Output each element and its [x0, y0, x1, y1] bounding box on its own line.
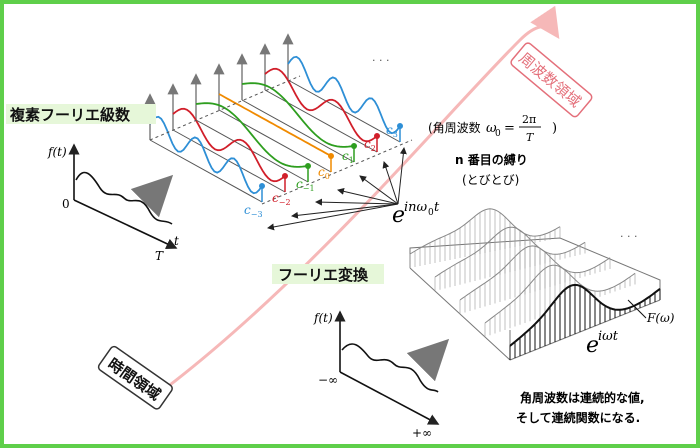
- panel-baseline: [172, 129, 286, 193]
- panel-wave: [218, 93, 332, 157]
- F-omega-label: F(ω): [646, 311, 675, 325]
- exponential-rays: [267, 147, 407, 231]
- panel-stem-dot: [328, 153, 334, 159]
- diagram-canvas: · · · 複素フーリエ級数 フーリエ変換 f(t) 0 t T c−3 c−2 c…: [0, 0, 700, 448]
- t-label: t: [174, 234, 179, 248]
- panel-stem-dot: [397, 123, 403, 129]
- ft-label-series: f(t): [47, 145, 67, 159]
- arrow-to-series: [130, 174, 174, 218]
- exp-series-pow: inω: [404, 200, 428, 215]
- series-title: 複素フーリエ級数: [9, 106, 131, 124]
- note-nth-2: (とびとび): [462, 173, 519, 187]
- time-domain-label: 時間領域: [97, 345, 173, 410]
- ray: [397, 147, 407, 205]
- panel-wave: [264, 67, 378, 143]
- panel-wave: [287, 55, 401, 135]
- conclusion-line-1: 角周波数は連続的な値,: [520, 390, 645, 405]
- T-label: T: [155, 249, 164, 263]
- front-dashed-line: [261, 139, 413, 205]
- coef-label: c−3: [244, 203, 263, 219]
- diagram-svg: · · · 複素フーリエ級数 フーリエ変換 f(t) 0 t T c−3 c−2 c…: [0, 0, 700, 448]
- minus-inf: −∞: [318, 373, 338, 387]
- transform-title: フーリエ変換: [278, 266, 369, 284]
- panel-stem-dot: [282, 173, 288, 179]
- note-nth: n 番目の縛り: [455, 152, 528, 167]
- conclusion-line-2: そして連続関数になる.: [516, 410, 640, 425]
- arrow-to-transform: [406, 338, 450, 382]
- panel-stem-dot: [259, 183, 265, 189]
- angular-frequency-note: (角周波数 ω 0 = 2π T ) n 番目の縛り (とびとび): [428, 113, 557, 187]
- fourier-transform-surface: · · ·: [409, 208, 661, 361]
- panel-wave: [172, 107, 286, 183]
- panel-wave: [149, 115, 263, 195]
- coef-label: c2: [364, 137, 376, 153]
- transform-exponential: e iωt: [586, 329, 619, 358]
- panel-baseline: [241, 99, 355, 163]
- note-angular: (角周波数: [428, 120, 481, 135]
- note-frac-den: T: [526, 131, 535, 144]
- panel-baseline: [149, 139, 263, 203]
- series-dots: · · ·: [372, 54, 389, 67]
- coef-label: c−1: [296, 177, 315, 193]
- panel-stem-dot: [351, 143, 357, 149]
- exp-series-t: t: [434, 200, 440, 215]
- exp-transform-pow: iωt: [598, 329, 619, 344]
- periodic-signal-graph: f(t) 0 t T: [47, 143, 179, 263]
- coef-label: c−2: [272, 191, 291, 207]
- series-exponential: e inω 0 t: [392, 200, 440, 228]
- frame-border: [0, 0, 700, 448]
- plus-inf: +∞: [412, 426, 432, 440]
- zero-label: 0: [62, 197, 70, 211]
- ray: [267, 203, 399, 231]
- coef-label: c3: [386, 123, 398, 139]
- ray: [315, 198, 399, 206]
- coef-label: c0: [318, 165, 330, 181]
- coef-label: c1: [342, 149, 354, 165]
- panel-stem-dot: [305, 163, 311, 169]
- transform-dots: · · ·: [620, 230, 637, 243]
- note-eq: =: [504, 121, 515, 136]
- panel-stem-dot: [374, 133, 380, 139]
- fourier-series-diagram: · · ·: [144, 33, 413, 205]
- panel-baseline: [264, 89, 378, 153]
- note-omega-sub: 0: [495, 129, 501, 139]
- note-close: ): [552, 121, 557, 136]
- note-frac-num: 2π: [522, 113, 536, 126]
- aperiodic-signal-graph: f(t) −∞ +∞: [313, 310, 440, 440]
- ft-label-transform: f(t): [313, 311, 333, 325]
- freq-domain-label: 周波数領域: [510, 42, 593, 118]
